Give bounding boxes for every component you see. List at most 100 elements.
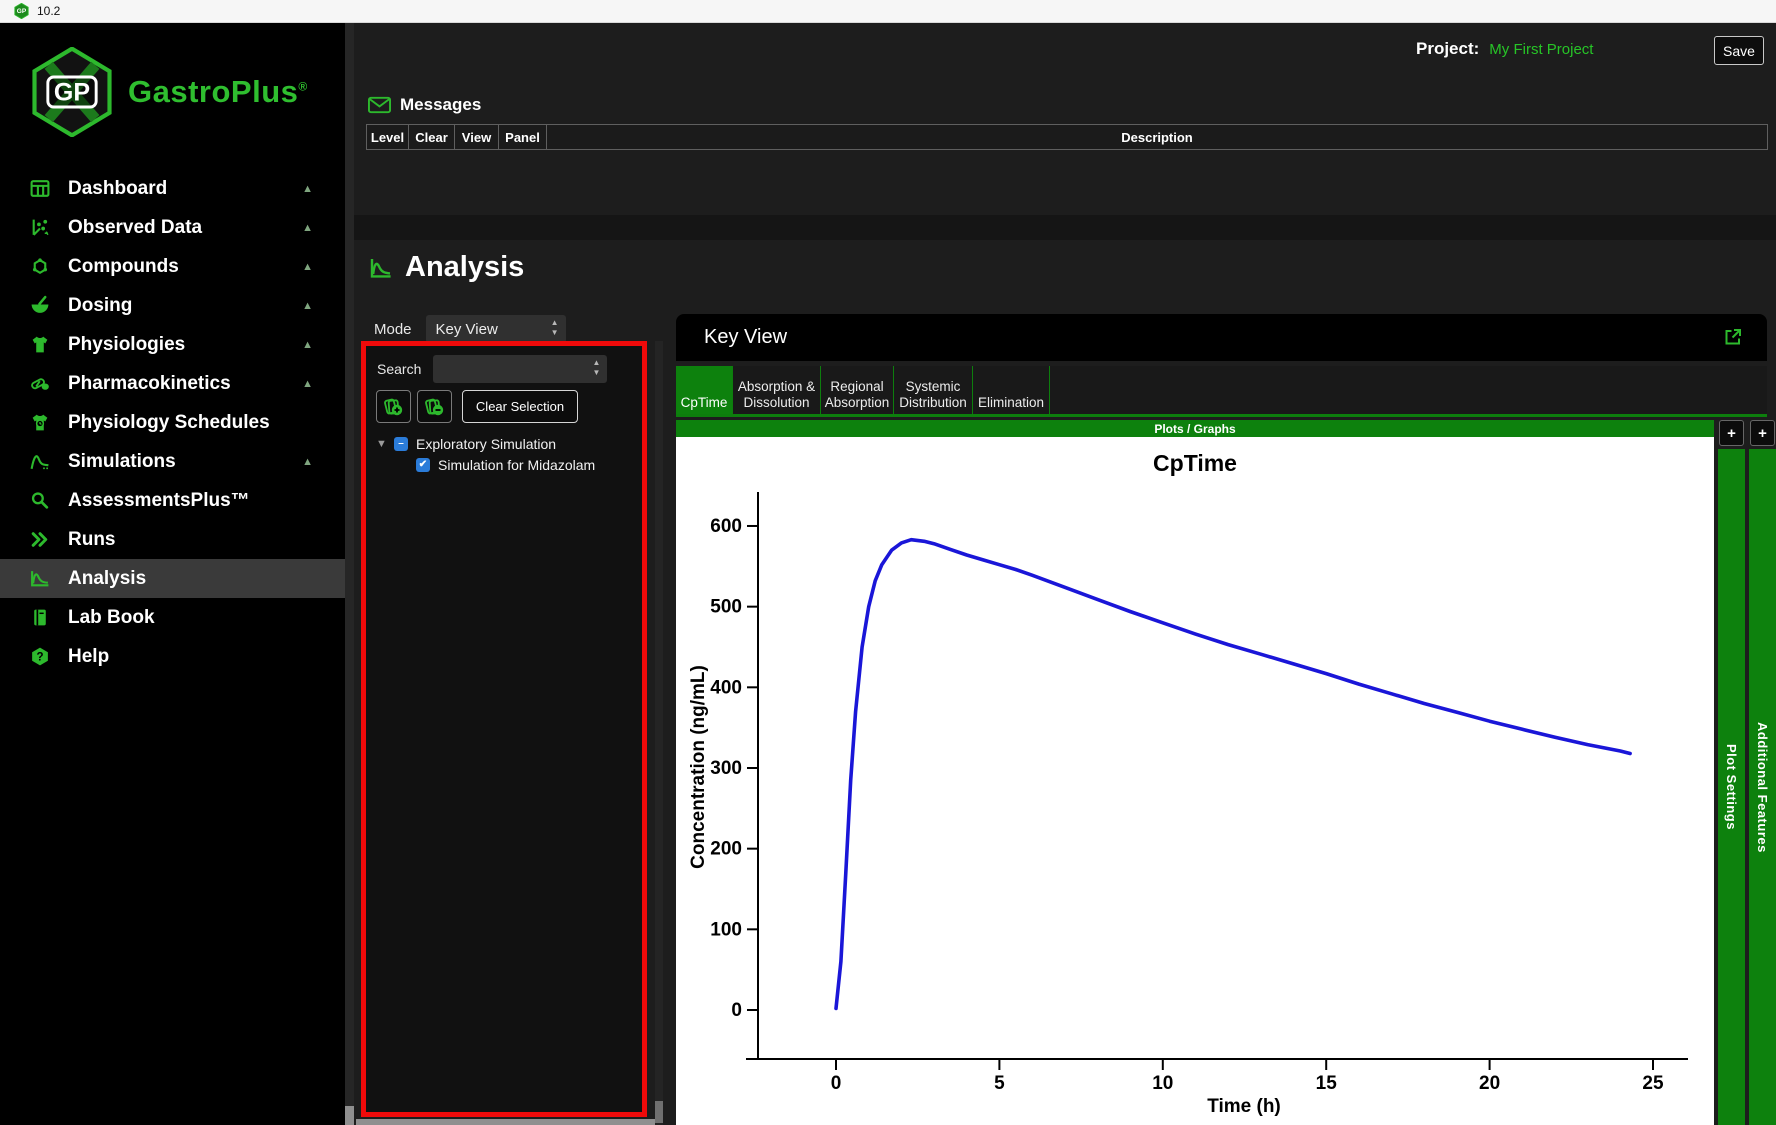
open-external-icon[interactable] [1723,327,1743,347]
messages-column-level: Level [367,125,409,149]
collapse-arrow-icon[interactable]: ▲ [302,261,313,273]
tab-absorption-dissolution[interactable]: Absorption & Dissolution [733,366,821,414]
plot-settings-bar[interactable]: Plot Settings [1718,449,1745,1125]
svg-text:5: 5 [994,1073,1005,1094]
collapse-arrow-icon[interactable]: ▲ [302,183,313,195]
app-version: 10.2 [37,4,61,18]
sidebar-item-compounds[interactable]: Compounds ▲ [0,247,345,286]
save-button[interactable]: Save [1714,36,1764,65]
search-combo[interactable]: ▲ ▼ [433,355,608,383]
svg-text:10: 10 [1152,1073,1173,1094]
scrollbar-thumb[interactable] [345,1106,354,1125]
gastroplus-logo: GP GastroPlus® [0,23,345,137]
expand-additional-features-button[interactable]: + [1750,420,1775,446]
sidebar-item-label: Dosing [68,294,133,316]
collapse-arrow-icon[interactable]: ▲ [302,300,313,312]
simulation-tree: ▼ – Exploratory Simulation ✔ Simulation … [376,434,636,476]
sidebar-item-label: Analysis [68,567,147,589]
scrollbar-thumb[interactable] [655,1101,663,1123]
sidebar-item-help[interactable]: ? Help [0,637,345,676]
plots-graphs-bar: Plots / Graphs [676,420,1714,437]
checkbox-checked[interactable]: ✔ [416,457,430,472]
tree-row-child[interactable]: ✔ Simulation for Midazolam [376,455,636,474]
collapse-arrow-icon[interactable]: ▲ [302,456,313,468]
sidebar-item-physiologies[interactable]: Physiologies ▲ [0,325,345,364]
svg-text:600: 600 [710,516,742,537]
sidebar-item-label: Physiologies [68,333,186,355]
os-titlebar: GP 10.2 [0,0,1776,23]
sidebar-item-simulations[interactable]: Simulations ▲ [0,442,345,481]
analysis-title: Analysis [405,251,525,283]
additional-features-panel[interactable]: + Additional Features [1749,420,1776,1125]
collapse-arrow-icon[interactable]: ▲ [302,222,313,234]
expand-all-icon [383,398,402,415]
expand-plot-settings-button[interactable]: + [1719,420,1744,446]
envelope-icon [368,96,391,114]
sidebar-item-label: AssessmentsPlus™ [68,489,250,511]
sidebar-item-label: Help [68,645,110,667]
tree-root-label[interactable]: Exploratory Simulation [416,436,556,452]
expand-all-button[interactable] [376,390,411,423]
svg-text:Concentration (ng/mL): Concentration (ng/mL) [688,665,709,869]
cptime-chart: CpTime 0 100 200 300 400 500 600 0 5 10 15 20 25 Time … [676,437,1714,1125]
sidebar-item-dosing[interactable]: Dosing ▲ [0,286,345,325]
sidebar-item-physiology-schedules[interactable]: Physiology Schedules [0,403,345,442]
collapse-all-button[interactable] [417,390,452,423]
lab-book-icon [28,607,52,629]
tab-cptime[interactable]: CpTime [676,366,733,414]
tab-elimination[interactable]: Elimination [973,366,1050,414]
dashboard-icon [28,178,52,200]
plot-settings-panel[interactable]: + Plot Settings [1718,420,1745,1125]
sidebar-item-analysis[interactable]: Analysis [0,559,345,598]
messages-table-header: Level Clear View Panel Description [366,124,1768,150]
pharmacokinetics-icon [28,373,52,395]
spinner-arrows-icon: ▲ ▼ [550,318,559,337]
sidebar-item-assessmentsplus[interactable]: AssessmentsPlus™ [0,481,345,520]
additional-features-bar[interactable]: Additional Features [1749,449,1776,1125]
runs-icon [28,529,52,551]
simulations-icon [28,451,52,473]
svg-text:500: 500 [710,597,742,618]
messages-title: Messages [400,95,482,114]
messages-column-clear: Clear [409,125,455,149]
simulation-selection-panel: Search ▲ ▼ Clear Selection ▼ – Explorato… [361,341,647,1117]
collapse-arrow-icon[interactable]: ▲ [302,339,313,351]
sidebar-scrollbar[interactable] [345,23,354,1125]
sidebar: GP GastroPlus® Dashboard ▲ Observed Data ▲ C… [0,23,345,1125]
keyview-header: Key View [676,314,1767,361]
compounds-icon [28,256,52,278]
messages-column-panel: Panel [499,125,547,149]
sidebar-item-dashboard[interactable]: Dashboard ▲ [0,169,345,208]
help-icon: ? [28,646,52,668]
clear-selection-button[interactable]: Clear Selection [462,390,578,423]
gp-logo-icon: GP [32,47,112,137]
checkbox-indeterminate[interactable]: – [394,436,408,451]
svg-text:CpTime: CpTime [1153,450,1237,476]
svg-text:?: ? [36,652,43,664]
tab-regional-absorption[interactable]: Regional Absorption [821,366,894,414]
analysis-icon [28,568,52,590]
main-content: Project: My First Project Save Messages … [354,23,1776,1125]
panel-scrollbar[interactable] [655,341,663,1125]
section-divider [354,215,1776,240]
sidebar-item-runs[interactable]: Runs [0,520,345,559]
search-input[interactable] [439,357,580,381]
dosing-icon [28,295,52,317]
tree-horizontal-scrollbar[interactable] [356,1119,656,1125]
sidebar-item-observed-data[interactable]: Observed Data ▲ [0,208,345,247]
tree-row-root[interactable]: ▼ – Exploratory Simulation [376,434,636,453]
sidebar-item-label: Lab Book [68,606,155,628]
svg-text:200: 200 [710,839,742,860]
collapse-arrow-icon[interactable]: ▲ [302,378,313,390]
spinner-arrows-icon: ▲ ▼ [592,358,601,377]
tab-systemic-distribution[interactable]: Systemic Distribution [894,366,973,414]
analysis-chart-icon [370,258,391,278]
sidebar-item-lab-book[interactable]: Lab Book [0,598,345,637]
plot-settings-label: Plot Settings [1724,744,1739,830]
svg-text:GP: GP [54,78,90,106]
mode-select[interactable]: Key View ▲ ▼ [425,315,566,343]
sidebar-item-pharmacokinetics[interactable]: Pharmacokinetics ▲ [0,364,345,403]
svg-text:Time (h): Time (h) [1207,1096,1281,1117]
tree-expander-icon[interactable]: ▼ [376,438,394,450]
tree-child-label[interactable]: Simulation for Midazolam [438,457,595,473]
